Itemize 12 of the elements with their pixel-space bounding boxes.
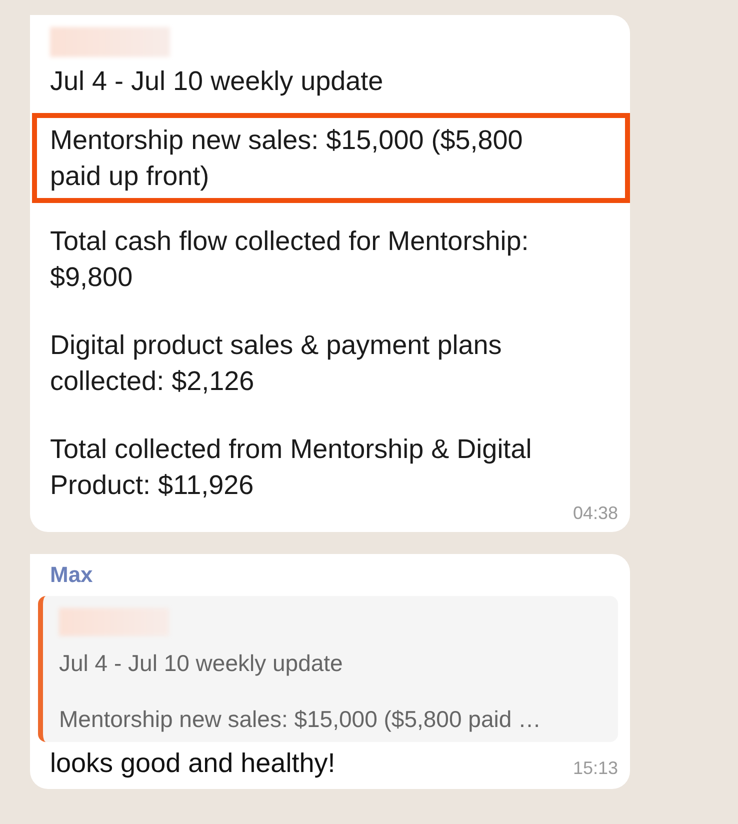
message-paragraph: Total cash flow collected for Mentorship: $9,800 bbox=[50, 225, 530, 294]
quoted-text: Jul 4 - Jul 10 weekly update bbox=[59, 649, 344, 678]
message-paragraph: Jul 4 - Jul 10 weekly update bbox=[50, 65, 384, 98]
message-time: 15:13 bbox=[572, 758, 618, 779]
message-paragraph: Total collected from Mentorship & Digital Product: $11,926 bbox=[50, 433, 533, 502]
message-paragraph: Mentorship new sales: $15,000 ($5,800 paid up front) bbox=[32, 113, 630, 203]
quoted-message[interactable]: Jul 4 - Jul 10 weekly update Mentorship new sales: $15,000 ($5,800 paid … bbox=[38, 596, 618, 742]
message-text: looks good and healthy! bbox=[50, 748, 336, 779]
quoted-text: Mentorship new sales: $15,000 ($5,800 paid … bbox=[59, 705, 542, 734]
message-time: 04:38 bbox=[572, 503, 618, 524]
message-paragraph: Digital product sales & payment plans collected: $2,126 bbox=[50, 329, 503, 398]
sender-name: Max bbox=[50, 562, 94, 588]
